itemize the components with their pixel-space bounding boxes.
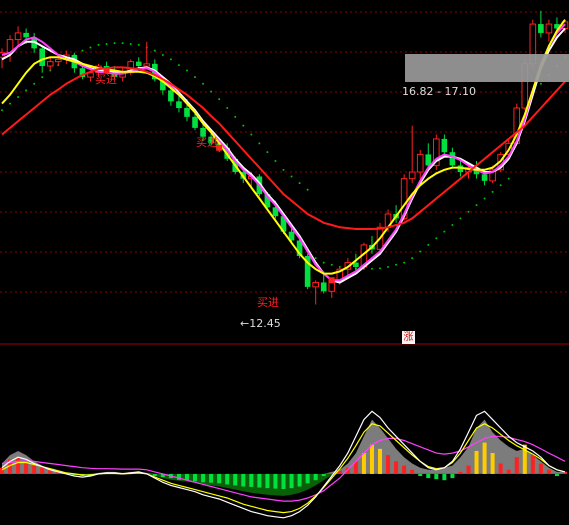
histogram-bar bbox=[16, 457, 21, 474]
histogram-bar bbox=[538, 463, 543, 474]
histogram-bar bbox=[289, 473, 294, 489]
histogram-bar bbox=[217, 473, 222, 484]
histogram-bar bbox=[458, 471, 463, 474]
histogram-bar bbox=[386, 455, 391, 474]
histogram-bar bbox=[305, 473, 310, 484]
buy-signal-label-3: 买进 bbox=[257, 296, 279, 309]
histogram-bar bbox=[530, 455, 535, 474]
histogram-bar bbox=[257, 473, 262, 488]
histogram-bar bbox=[201, 473, 206, 483]
buy-signal-label-1: 买进 bbox=[95, 73, 117, 86]
low-price-label: ←12.45 bbox=[240, 317, 281, 330]
histogram-bar bbox=[233, 473, 238, 486]
histogram-bar bbox=[152, 473, 157, 477]
histogram-bar bbox=[193, 473, 198, 482]
histogram-bar bbox=[482, 442, 487, 474]
histogram-bar bbox=[498, 463, 503, 474]
histogram-bar bbox=[563, 471, 567, 474]
histogram-bar bbox=[297, 473, 302, 487]
histogram-bar bbox=[273, 473, 278, 489]
rise-indicator-label: 涨 bbox=[403, 332, 414, 343]
rise-indicator-badge: 涨 bbox=[402, 331, 415, 344]
histogram-bar bbox=[209, 473, 214, 483]
histogram-bar bbox=[361, 453, 366, 474]
histogram-bar bbox=[32, 465, 37, 474]
histogram-bar bbox=[281, 473, 286, 489]
histogram-bar bbox=[337, 470, 342, 474]
histogram-bar bbox=[442, 473, 447, 481]
histogram-bar bbox=[369, 444, 374, 474]
histogram-bar bbox=[450, 473, 455, 479]
oscillator-gray-area bbox=[2, 419, 565, 474]
histogram-bar bbox=[506, 469, 511, 474]
histogram-bar bbox=[40, 467, 45, 474]
buy-signal-label-2: 买进 bbox=[196, 136, 218, 149]
histogram-bar bbox=[241, 473, 246, 487]
histogram-bar bbox=[418, 473, 423, 477]
histogram-bar bbox=[313, 473, 318, 481]
price-range-label: 16.82 - 17.10 bbox=[402, 85, 476, 98]
histogram-bar bbox=[378, 448, 383, 474]
histogram-bar bbox=[434, 473, 439, 480]
histogram-bar bbox=[394, 461, 399, 474]
stock-chart: 买进 买进 买进 ←12.45 16.82 - 17.10 涨 bbox=[0, 0, 569, 525]
histogram-bar bbox=[546, 469, 551, 474]
histogram-bar bbox=[410, 469, 415, 474]
histogram-bar bbox=[466, 465, 471, 474]
histogram-bar bbox=[225, 473, 230, 485]
histogram-bar bbox=[402, 465, 407, 474]
histogram-bar bbox=[474, 450, 479, 474]
histogram-bar bbox=[554, 473, 559, 477]
histogram-bar bbox=[265, 473, 270, 489]
histogram-bar bbox=[514, 457, 519, 474]
histogram-bar bbox=[426, 473, 431, 479]
price-range-highlight bbox=[405, 54, 569, 82]
histogram-bar bbox=[249, 473, 254, 487]
histogram-bar bbox=[321, 473, 326, 477]
histogram-bar bbox=[490, 453, 495, 474]
